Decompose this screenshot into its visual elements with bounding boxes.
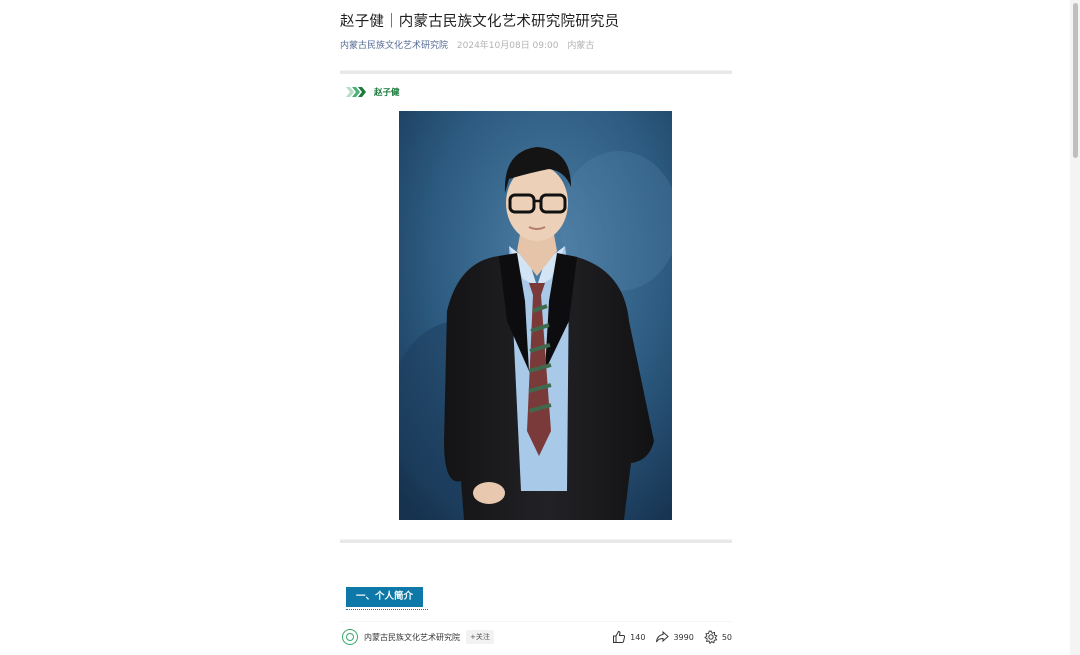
gear-flower-icon — [704, 630, 718, 644]
section-heading: 一、个人简介 — [346, 584, 428, 610]
article-meta: 内蒙古民族文化艺术研究院 2024年10月08日 09:00 内蒙古 — [340, 38, 594, 51]
triple-chevron-icon — [346, 87, 366, 97]
article-title: 赵子健｜内蒙古民族文化艺术研究院研究员 — [340, 14, 620, 30]
article-footer: 内蒙古民族文化艺术研究院 +关注 140 3990 50 — [340, 621, 732, 652]
thumbs-up-icon — [613, 630, 626, 643]
like-count: 140 — [630, 632, 646, 642]
action-bar: 140 3990 50 — [602, 630, 732, 644]
person-name: 赵子健 — [374, 88, 400, 98]
scrollbar[interactable] — [1070, 0, 1080, 655]
publish-location: 内蒙古 — [567, 41, 595, 51]
recommend-button[interactable]: 50 — [704, 630, 732, 644]
follow-button[interactable]: +关注 — [466, 630, 494, 644]
share-count: 3990 — [673, 632, 694, 642]
section-title: 一、个人简介 — [346, 587, 424, 607]
account-logo-icon[interactable] — [342, 629, 358, 645]
recommend-count: 50 — [721, 632, 732, 642]
account-name[interactable]: 内蒙古民族文化艺术研究院 — [364, 632, 460, 643]
share-button[interactable]: 3990 — [655, 630, 694, 644]
publish-date: 2024年10月08日 09:00 — [456, 41, 559, 51]
divider-bottom — [340, 539, 732, 543]
divider-top — [340, 70, 732, 74]
author-link[interactable]: 内蒙古民族文化艺术研究院 — [340, 41, 448, 51]
name-tag: 赵子健 — [346, 86, 400, 98]
scrollbar-thumb[interactable] — [1073, 3, 1078, 158]
share-arrow-icon — [656, 630, 670, 643]
like-button[interactable]: 140 — [612, 630, 645, 644]
section-underline — [346, 609, 428, 610]
portrait-photo — [399, 111, 672, 520]
